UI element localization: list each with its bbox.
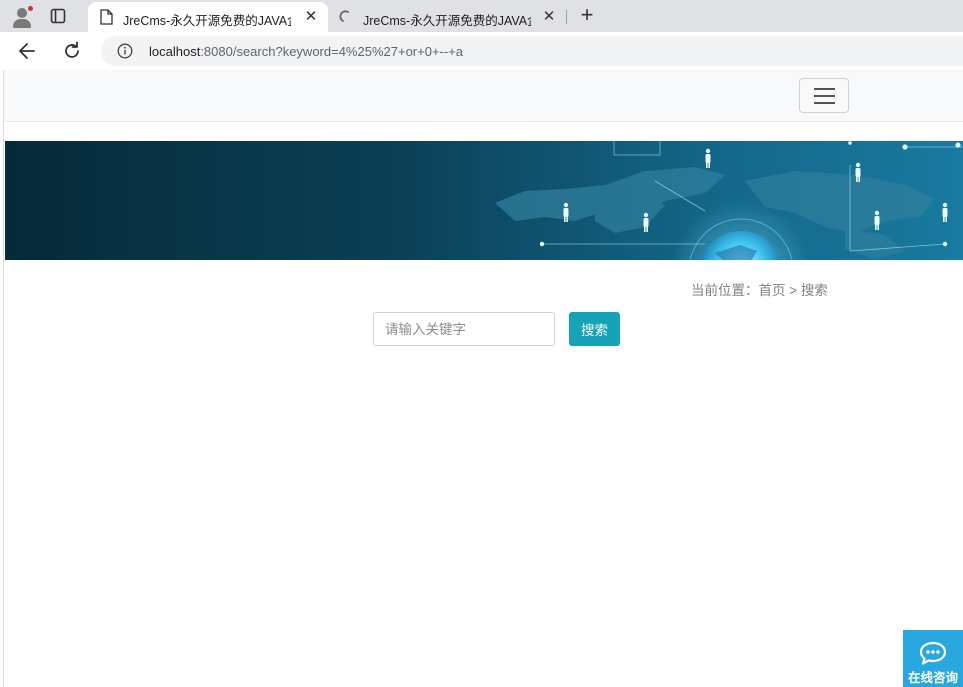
breadcrumb-current: 搜索	[800, 283, 828, 298]
breadcrumb-home-link[interactable]: 首页	[759, 283, 786, 298]
page-icon	[100, 9, 113, 25]
reload-icon[interactable]	[62, 41, 82, 61]
hero-banner-image	[5, 141, 963, 260]
browser-tab-inactive[interactable]: JreCms-永久开源免费的JAVA企业 ✕	[328, 2, 566, 32]
world-network-illustration	[495, 141, 963, 260]
page-viewport: 当前位置：首页 > 搜索 搜索	[3, 70, 963, 687]
tab-actions-icon[interactable]	[50, 8, 66, 24]
site-navbar	[4, 70, 963, 122]
breadcrumb: 当前位置：首页 > 搜索	[691, 279, 828, 299]
browser-toolbar: localhost:8080/search?keyword=4%25%27+or…	[0, 32, 963, 70]
url-host: localhost	[149, 44, 201, 59]
breadcrumb-prefix: 当前位置：	[691, 283, 759, 298]
url-path: :8080/search?keyword=4%25%27+or+0+--+a	[200, 44, 464, 59]
back-arrow-icon[interactable]	[17, 41, 37, 61]
browser-tab-strip: JreCms-永久开源免费的JAVA企业 ✕ JreCms-永久开源免费的JAV…	[0, 0, 963, 32]
loading-icon	[339, 10, 349, 22]
breadcrumb-separator: >	[785, 283, 801, 298]
tab-separator	[566, 10, 567, 24]
url-text[interactable]: localhost:8080/search?keyword=4%25%27+or…	[149, 44, 463, 59]
profile-avatar-icon[interactable]	[10, 5, 34, 29]
tab-title: JreCms-永久开源免费的JAVA企业	[363, 14, 531, 28]
hamburger-icon	[814, 88, 835, 90]
close-tab-icon[interactable]: ✕	[542, 9, 556, 24]
online-consult-button[interactable]: 在线咨询	[903, 630, 963, 687]
address-bar[interactable]: localhost:8080/search?keyword=4%25%27+or…	[101, 36, 963, 66]
new-tab-button[interactable]: +	[577, 4, 597, 27]
browser-tab-active[interactable]: JreCms-永久开源免费的JAVA企业 ✕	[88, 2, 328, 32]
menu-toggle-button[interactable]	[799, 78, 849, 113]
notification-dot	[27, 5, 34, 12]
consult-label: 在线咨询	[907, 671, 958, 685]
search-input[interactable]	[373, 312, 555, 346]
close-tab-icon[interactable]: ✕	[304, 9, 318, 24]
tab-title: JreCms-永久开源免费的JAVA企业	[123, 14, 291, 28]
search-button[interactable]: 搜索	[569, 312, 620, 346]
site-info-icon[interactable]	[117, 43, 133, 59]
chat-bubble-icon	[919, 641, 947, 665]
